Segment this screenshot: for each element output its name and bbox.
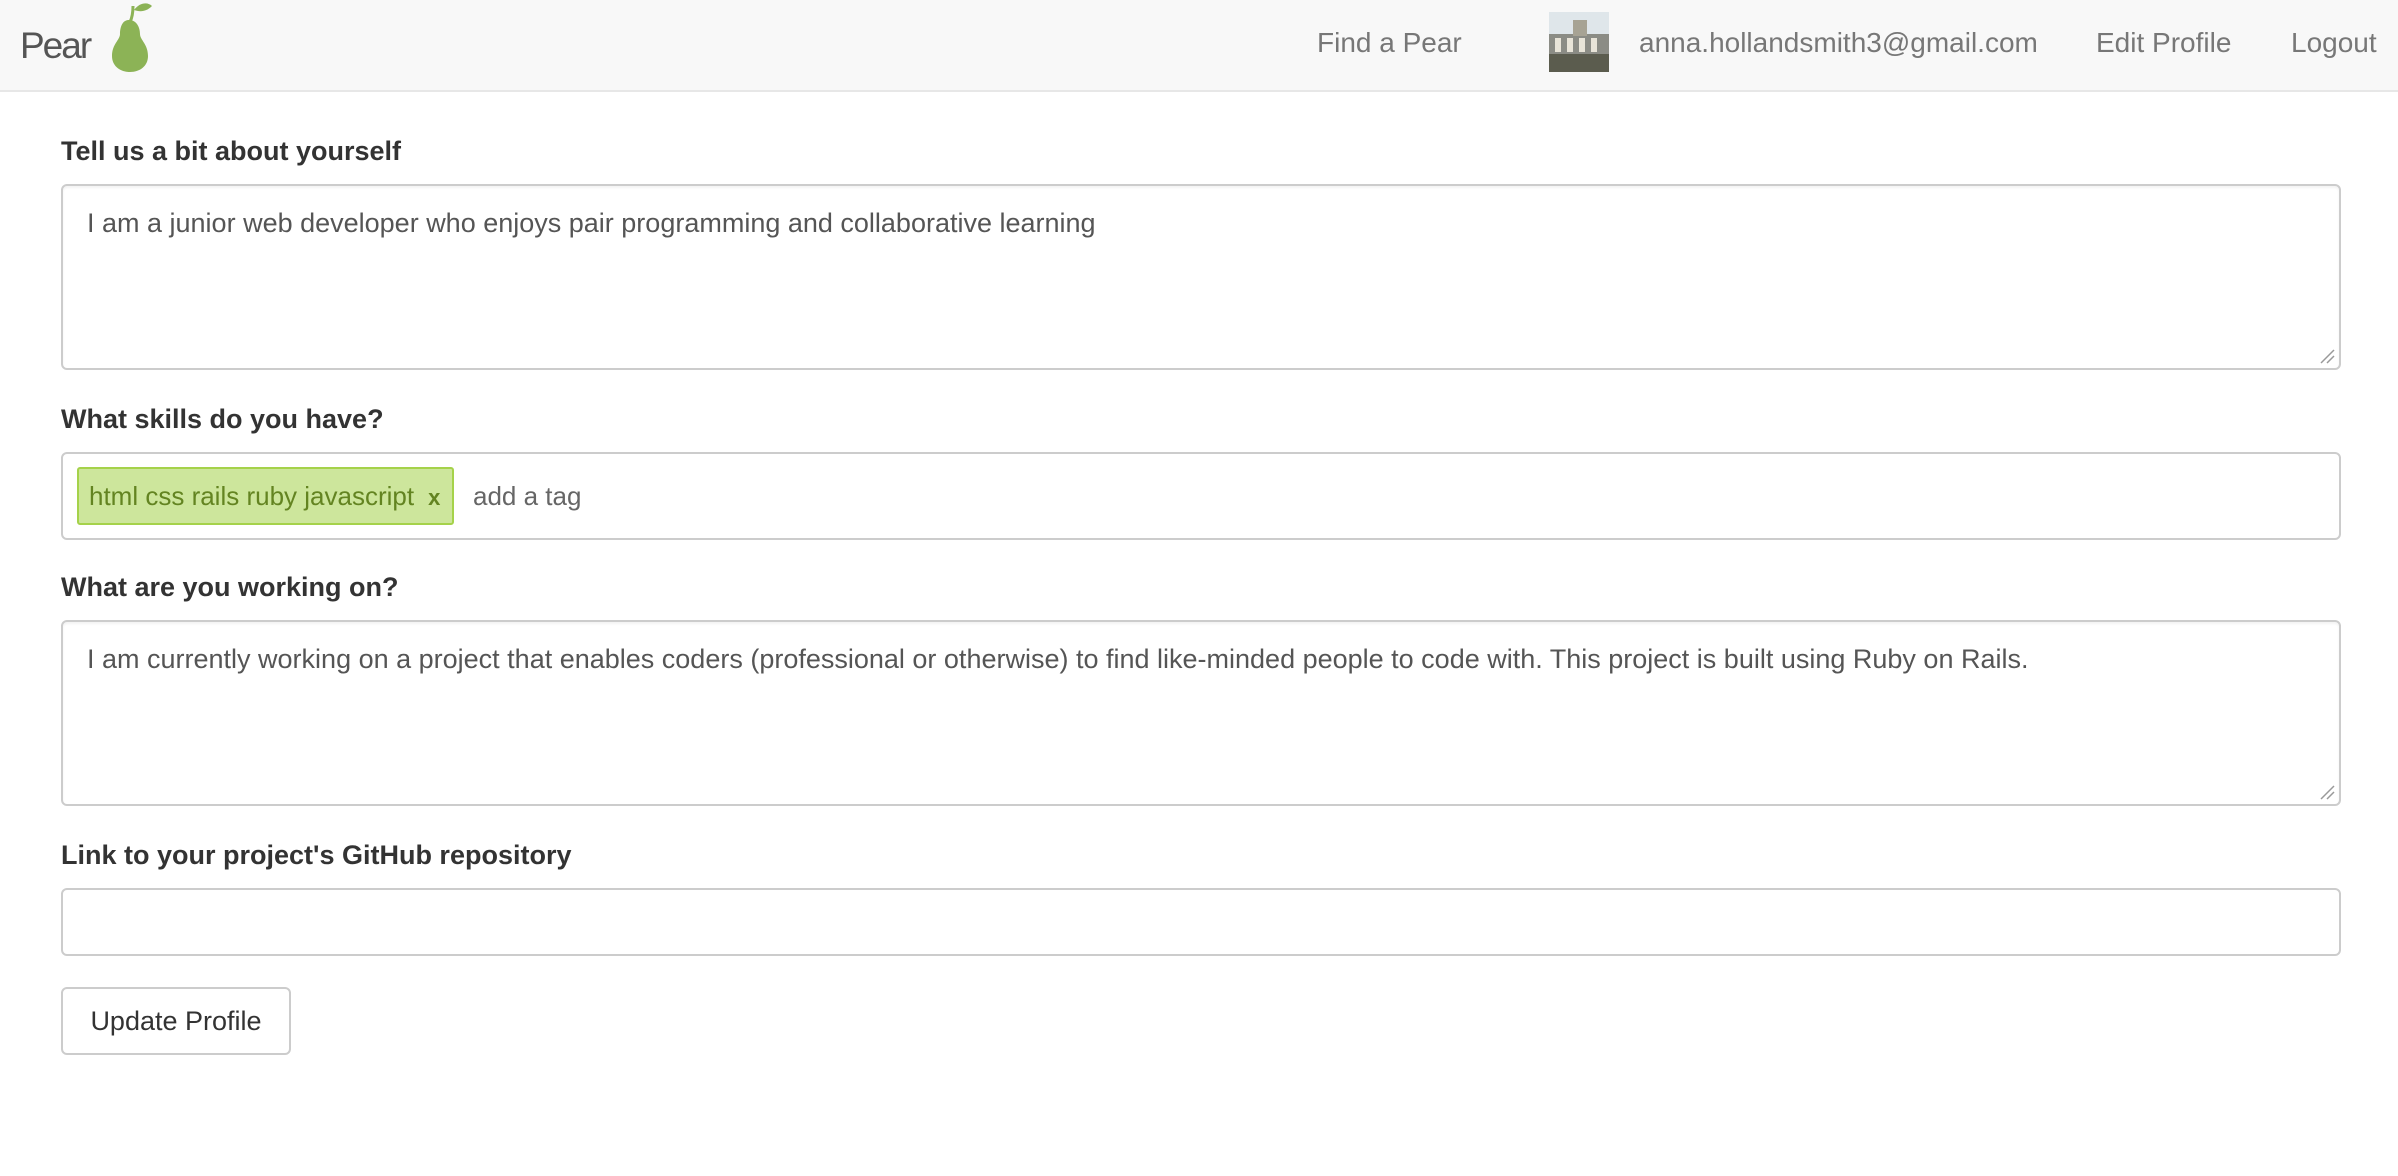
resize-handle-icon[interactable] — [2319, 348, 2335, 364]
nav-find-a-pear[interactable]: Find a Pear — [1317, 26, 1462, 60]
nav-edit-profile[interactable]: Edit Profile — [2096, 26, 2231, 60]
github-label: Link to your project's GitHub repository — [61, 840, 572, 870]
working-on-label: What are you working on? — [61, 572, 399, 602]
pear-icon — [112, 3, 152, 72]
add-tag-input[interactable]: add a tag — [473, 478, 581, 514]
remove-tag-button[interactable]: x — [428, 485, 440, 510]
avatar-image — [1549, 12, 1609, 72]
skill-tag: html css rails ruby javascript x — [77, 467, 455, 525]
resize-handle-icon[interactable] — [2319, 784, 2335, 800]
update-profile-button[interactable]: Update Profile — [61, 987, 291, 1055]
about-label: Tell us a bit about yourself — [61, 136, 402, 166]
nav-user-email[interactable]: anna.hollandsmith3@gmail.com — [1639, 26, 2038, 60]
about-textarea[interactable]: I am a junior web developer who enjoys p… — [61, 184, 2341, 370]
skill-tag-label: html css rails ruby javascript — [89, 481, 415, 511]
top-navbar: Pear Find a Pear anna.hollandsmith3@gmai… — [0, 0, 2398, 92]
brand-name: Pear — [20, 25, 92, 66]
nav-logout[interactable]: Logout — [2291, 26, 2377, 60]
working-on-textarea[interactable]: I am currently working on a project that… — [61, 620, 2341, 806]
working-on-text: I am currently working on a project that… — [87, 644, 2029, 674]
skills-label: What skills do you have? — [61, 404, 384, 434]
about-text: I am a junior web developer who enjoys p… — [87, 208, 1096, 238]
skills-tag-input[interactable]: html css rails ruby javascript x add a ta… — [61, 452, 2341, 540]
avatar[interactable] — [1549, 12, 1609, 72]
github-url-input[interactable] — [61, 888, 2341, 956]
